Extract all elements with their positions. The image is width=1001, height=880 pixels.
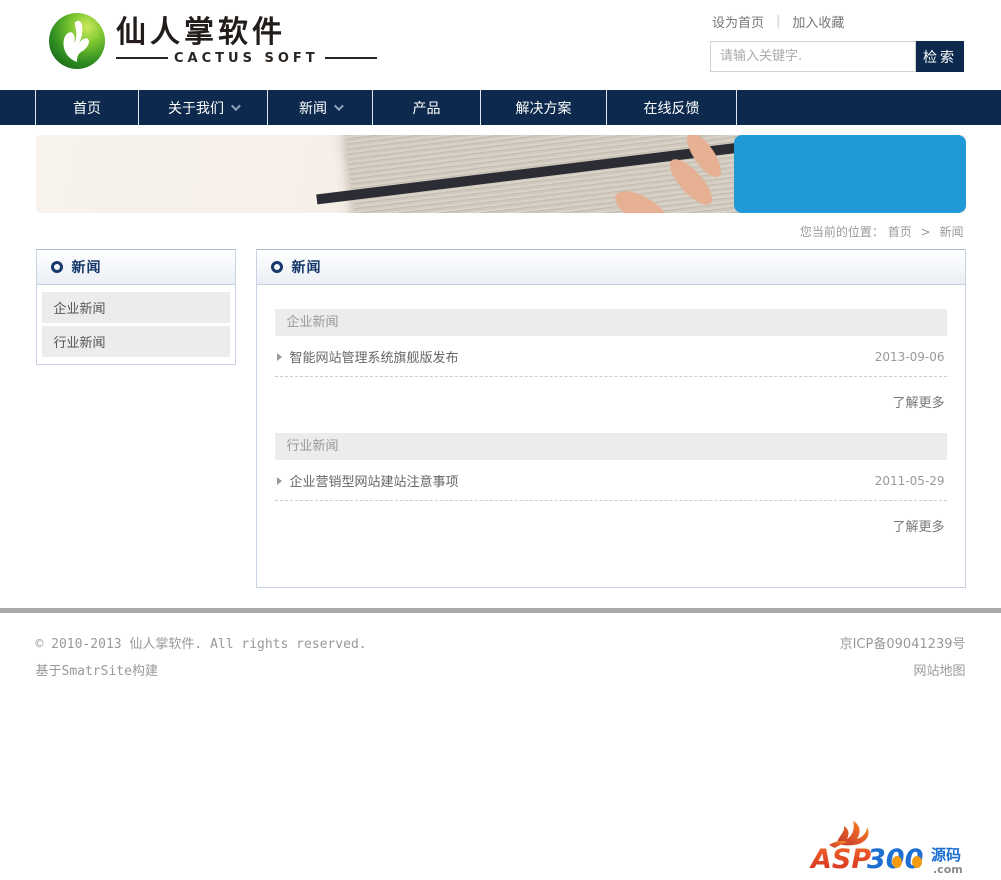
nav-item-home[interactable]: 首页 (35, 90, 139, 125)
section-heading: 行业新闻 (274, 433, 947, 460)
footer-divider (0, 608, 1001, 613)
sidebar-title: 新闻 (71, 260, 102, 276)
copyright-text: © 2010-2013 仙人掌软件. All rights reserved. (35, 637, 367, 652)
nav-item-label: 关于我们 (168, 100, 224, 117)
arrow-right-icon (276, 352, 282, 361)
main-panel-body: 企业新闻 智能网站管理系统旗舰版发布 2013-09-06 了解更多 行业新闻 (257, 285, 965, 587)
sitemap-link[interactable]: 网站地图 (913, 664, 965, 679)
search-bar: 检索 (710, 41, 964, 72)
chevron-down-icon (333, 101, 344, 112)
breadcrumb-home-link[interactable]: 首页 (888, 225, 912, 239)
ring-icon (270, 261, 283, 273)
asp300-watermark-logo: ASP 300 源码 .com (809, 821, 963, 876)
footer-left: © 2010-2013 仙人掌软件. All rights reserved. … (36, 633, 367, 687)
arrow-right-icon (276, 476, 282, 485)
logo-subtitle-text: CACTUS SOFT (174, 50, 319, 66)
news-item-title: 企业营销型网站建站注意事项 (289, 475, 459, 490)
banner-blue-panel (733, 135, 966, 213)
sidebar-item-industry-news[interactable]: 行业新闻 (41, 326, 230, 357)
nav-item-label: 解决方案 (515, 100, 572, 117)
sidebar-header: 新闻 (36, 250, 235, 285)
section-heading: 企业新闻 (274, 309, 947, 336)
news-section-company: 企业新闻 智能网站管理系统旗舰版发布 2013-09-06 了解更多 (274, 309, 947, 413)
nav-item-products[interactable]: 产品 (373, 90, 481, 125)
watermark-com-text: .com (933, 863, 963, 876)
news-row: 企业营销型网站建站注意事项 2011-05-29 (274, 460, 947, 501)
ring-icon (50, 261, 63, 273)
nav-item-label: 在线反馈 (643, 100, 700, 117)
search-button[interactable]: 检索 (916, 41, 964, 72)
nav-item-news[interactable]: 新闻 (268, 90, 373, 125)
nav-items: 首页 关于我们 新闻 产品 解决方案 在线反馈 (35, 90, 1001, 125)
news-item-date: 2011-05-29 (874, 473, 945, 488)
sidebar-item-company-news[interactable]: 企业新闻 (41, 292, 230, 323)
watermark-cn-text: 源码 (931, 846, 961, 864)
set-home-link[interactable]: 设为首页 (712, 12, 764, 31)
nav-item-about[interactable]: 关于我们 (139, 90, 268, 125)
breadcrumb: 您当前的位置： 首页 > 新闻 (36, 213, 966, 249)
news-row: 智能网站管理系统旗舰版发布 2013-09-06 (274, 336, 947, 377)
footer: © 2010-2013 仙人掌软件. All rights reserved. … (36, 633, 966, 687)
footer-right: 京ICP备09041239号 网站地图 (840, 633, 966, 687)
main-panel-title: 新闻 (291, 260, 322, 276)
sidebar-list: 企业新闻 行业新闻 (37, 285, 235, 364)
header: 仙人掌软件 CACTUS SOFT 设为首页 | 加入收藏 检索 (0, 0, 1001, 90)
more-row: 了解更多 (275, 501, 947, 537)
banner-image (35, 135, 966, 213)
news-main-panel: 新闻 企业新闻 智能网站管理系统旗舰版发布 2013-09-06 了解更多 行业… (255, 249, 966, 588)
cactus-logo-icon (49, 13, 105, 69)
search-input[interactable] (710, 41, 916, 72)
main-navigation: 首页 关于我们 新闻 产品 解决方案 在线反馈 (0, 90, 1001, 125)
logo-text: 仙人掌软件 CACTUS SOFT (116, 14, 377, 66)
news-item-link[interactable]: 智能网站管理系统旗舰版发布 (276, 347, 459, 366)
watermark-asp-text: ASP (809, 844, 871, 875)
more-link[interactable]: 了解更多 (892, 520, 944, 535)
news-item-link[interactable]: 企业营销型网站建站注意事项 (276, 471, 459, 490)
logo-dash-right (324, 57, 377, 59)
news-sidebar: 新闻 企业新闻 行业新闻 (35, 249, 236, 365)
news-section-industry: 行业新闻 企业营销型网站建站注意事项 2011-05-29 了解更多 (274, 433, 947, 537)
news-item-title: 智能网站管理系统旗舰版发布 (289, 351, 459, 366)
nav-item-label: 新闻 (299, 100, 327, 117)
logo-subtitle: CACTUS SOFT (116, 51, 377, 66)
logo-dash-left (116, 57, 168, 59)
more-row: 了解更多 (275, 377, 947, 413)
more-link[interactable]: 了解更多 (892, 396, 944, 411)
main-panel-header: 新闻 (256, 250, 965, 285)
nav-item-label: 首页 (73, 100, 101, 117)
header-right: 设为首页 | 加入收藏 检索 (710, 10, 964, 72)
nav-item-label: 产品 (412, 100, 441, 117)
content-area: 新闻 企业新闻 行业新闻 新闻 企业新闻 智能网站管理系统旗舰版发布 2013-… (35, 249, 966, 588)
top-links-separator: | (776, 14, 781, 29)
add-favorite-link[interactable]: 加入收藏 (792, 12, 844, 31)
top-links: 设为首页 | 加入收藏 (712, 12, 964, 31)
breadcrumb-separator: > (920, 225, 931, 239)
chevron-down-icon (230, 101, 241, 112)
built-with-link[interactable]: 基于SmatrSite构建 (36, 664, 158, 679)
breadcrumb-prefix: 您当前的位置： (799, 225, 884, 239)
news-item-date: 2013-09-06 (874, 349, 945, 364)
logo-title: 仙人掌软件 (116, 14, 286, 50)
icp-link[interactable]: 京ICP备09041239号 (840, 637, 966, 652)
site-logo: 仙人掌软件 CACTUS SOFT (48, 12, 377, 70)
breadcrumb-current[interactable]: 新闻 (939, 225, 963, 239)
nav-item-solutions[interactable]: 解决方案 (481, 90, 607, 125)
nav-item-feedback[interactable]: 在线反馈 (607, 90, 737, 125)
